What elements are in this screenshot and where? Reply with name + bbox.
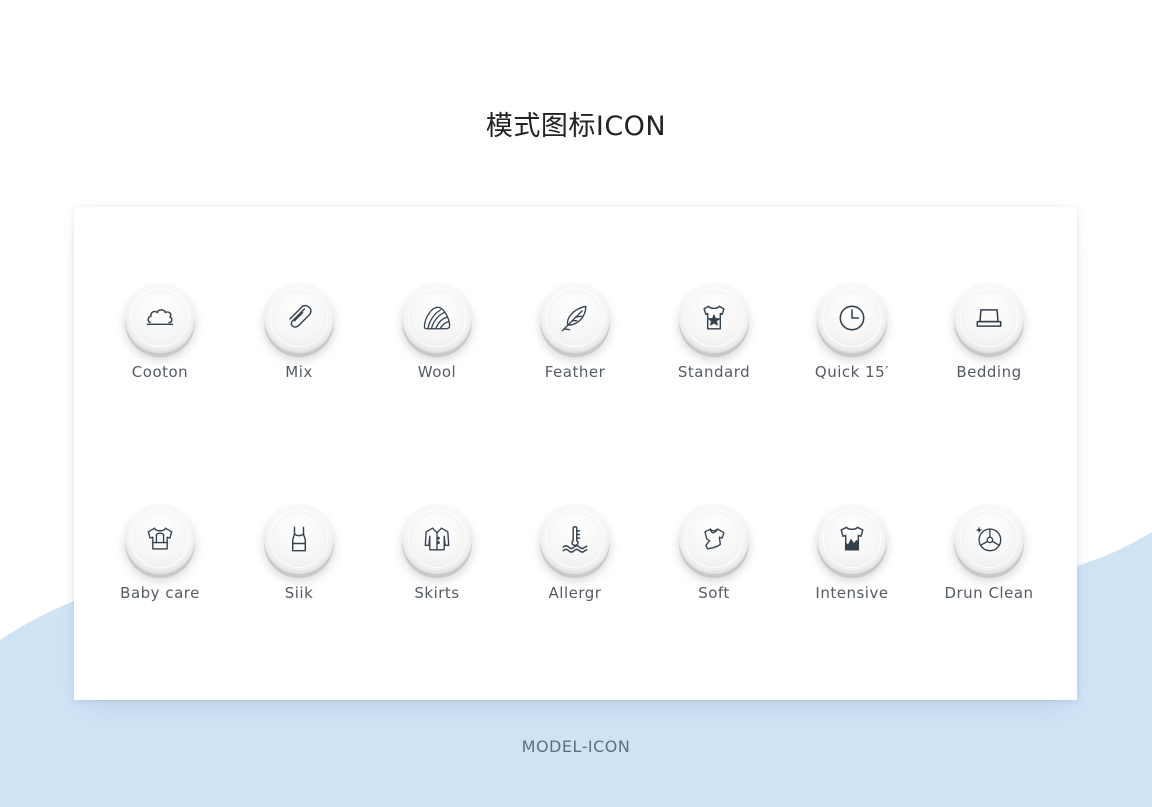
mode-item-drum-clean[interactable]: Drun Clean bbox=[924, 504, 1054, 602]
cotton-icon bbox=[146, 309, 174, 326]
mode-label-cotton: Cooton bbox=[131, 363, 189, 381]
mode-item-mix[interactable]: Mix bbox=[234, 283, 364, 381]
mode-label-wool: Wool bbox=[417, 363, 457, 381]
mode-button-wool[interactable] bbox=[402, 283, 472, 353]
mode-label-quick: Quick 15′ bbox=[814, 363, 890, 381]
mode-item-feather[interactable]: Feather bbox=[510, 283, 640, 381]
mode-button-baby-care[interactable] bbox=[125, 504, 195, 574]
mode-item-quick[interactable]: Quick 15′ bbox=[787, 283, 917, 381]
mode-label-intensive: Intensive bbox=[815, 584, 889, 602]
mode-button-bedding[interactable] bbox=[954, 283, 1024, 353]
mode-item-wool[interactable]: Wool bbox=[372, 283, 502, 381]
mode-button-mix[interactable] bbox=[264, 283, 334, 353]
icon-card: Cooton Mix Wool Feather Standard Quick 1… bbox=[74, 207, 1077, 700]
yarn-ball-icon bbox=[423, 306, 451, 330]
mode-button-allergy[interactable] bbox=[540, 504, 610, 574]
mode-button-standard[interactable] bbox=[679, 283, 749, 353]
mode-button-quick[interactable] bbox=[817, 283, 887, 353]
mode-label-feather: Feather bbox=[544, 363, 606, 381]
mode-label-skirts: Skirts bbox=[414, 584, 460, 602]
mode-label-drum-clean: Drun Clean bbox=[944, 584, 1034, 602]
bed-icon bbox=[976, 309, 1002, 327]
clock-icon bbox=[839, 305, 865, 331]
mode-item-bedding[interactable]: Bedding bbox=[924, 283, 1054, 381]
mode-button-intensive[interactable] bbox=[817, 504, 887, 574]
mode-item-standard[interactable]: Standard bbox=[649, 283, 779, 381]
mode-label-allergy: Allergr bbox=[548, 584, 602, 602]
mode-label-bedding: Bedding bbox=[956, 363, 1022, 381]
feather-icon bbox=[561, 305, 587, 332]
mode-label-standard: Standard bbox=[677, 363, 751, 381]
mode-item-intensive[interactable]: Intensive bbox=[787, 504, 917, 602]
mode-item-silk[interactable]: Siik bbox=[234, 504, 364, 602]
mode-item-skirts[interactable]: Skirts bbox=[372, 504, 502, 602]
mode-label-baby-care: Baby care bbox=[120, 584, 200, 602]
mode-label-silk: Siik bbox=[284, 584, 314, 602]
drum-clean-icon bbox=[975, 526, 1002, 552]
mode-item-cotton[interactable]: Cooton bbox=[95, 283, 225, 381]
mode-button-feather[interactable] bbox=[540, 283, 610, 353]
footer-caption: MODEL-ICON bbox=[521, 737, 631, 756]
shirt-star-icon bbox=[703, 305, 725, 330]
paperclip-icon bbox=[289, 304, 312, 328]
mode-item-soft[interactable]: Soft bbox=[649, 504, 779, 602]
dress-shirt-icon bbox=[424, 527, 450, 551]
soft-cloth-icon bbox=[704, 528, 725, 550]
stained-shirt-icon bbox=[840, 526, 864, 551]
mode-item-allergy[interactable]: Allergr bbox=[510, 504, 640, 602]
mode-button-soft[interactable] bbox=[679, 504, 749, 574]
mode-button-cotton[interactable] bbox=[125, 283, 195, 353]
mode-label-mix: Mix bbox=[285, 363, 313, 381]
mode-button-silk[interactable] bbox=[264, 504, 334, 574]
mode-label-soft: Soft bbox=[698, 584, 730, 602]
baby-clothes-icon bbox=[147, 527, 173, 550]
mode-item-baby-care[interactable]: Baby care bbox=[95, 504, 225, 602]
mode-button-drum-clean[interactable] bbox=[954, 504, 1024, 574]
mode-button-skirts[interactable] bbox=[402, 504, 472, 574]
page-title: 模式图标ICON bbox=[485, 111, 667, 142]
thermometer-icon bbox=[562, 526, 588, 553]
tank-top-icon bbox=[291, 526, 307, 552]
